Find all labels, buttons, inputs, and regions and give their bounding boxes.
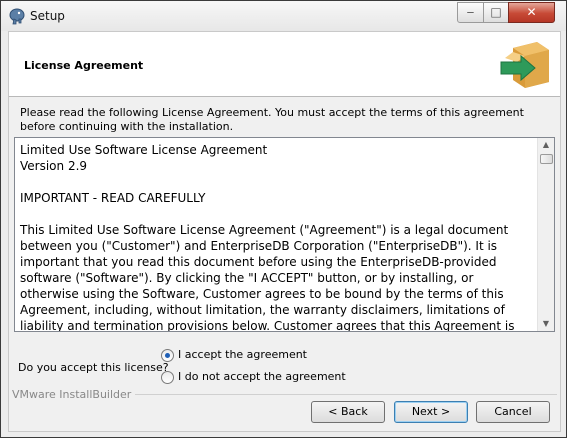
- decline-radio-label[interactable]: I do not accept the agreement: [178, 370, 346, 383]
- cancel-button[interactable]: Cancel: [476, 401, 550, 423]
- installer-brand: VMware InstallBuilder: [12, 388, 136, 401]
- setup-window: Setup ‒ □ ✕ License Agreement Please rea…: [0, 0, 567, 438]
- back-button[interactable]: < Back: [311, 401, 385, 423]
- license-textbox[interactable]: Limited Use Software License Agreement V…: [14, 137, 555, 332]
- package-arrow-icon: [500, 42, 549, 88]
- license-text: Limited Use Software License Agreement V…: [20, 143, 515, 332]
- close-icon: ✕: [526, 5, 537, 19]
- scroll-up-icon[interactable]: ▲: [538, 138, 554, 152]
- maximize-icon: □: [490, 5, 502, 19]
- scroll-thumb[interactable]: [540, 154, 553, 164]
- page-title: License Agreement: [24, 59, 144, 72]
- minimize-icon: ‒: [466, 5, 475, 19]
- accept-question: Do you accept this license?: [18, 361, 169, 374]
- postgresql-elephant-icon: [9, 8, 25, 25]
- title-bar[interactable]: Setup ‒ □ ✕: [1, 1, 566, 31]
- next-button[interactable]: Next >: [394, 401, 468, 423]
- license-scrollbar[interactable]: ▲ ▼: [537, 138, 554, 331]
- wizard-header: License Agreement: [9, 32, 560, 97]
- accept-radio-label[interactable]: I accept the agreement: [178, 348, 307, 361]
- minimize-button[interactable]: ‒: [457, 2, 484, 23]
- maximize-button[interactable]: □: [483, 2, 509, 23]
- close-button[interactable]: ✕: [508, 2, 555, 23]
- scroll-down-icon[interactable]: ▼: [538, 317, 554, 331]
- intro-text: Please read the following License Agreem…: [20, 106, 524, 133]
- window-title: Setup: [30, 9, 65, 23]
- wizard-panel: License Agreement Please read the follow…: [8, 31, 561, 432]
- radio-selected-icon[interactable]: [161, 349, 174, 362]
- radio-unselected-icon[interactable]: [161, 371, 174, 384]
